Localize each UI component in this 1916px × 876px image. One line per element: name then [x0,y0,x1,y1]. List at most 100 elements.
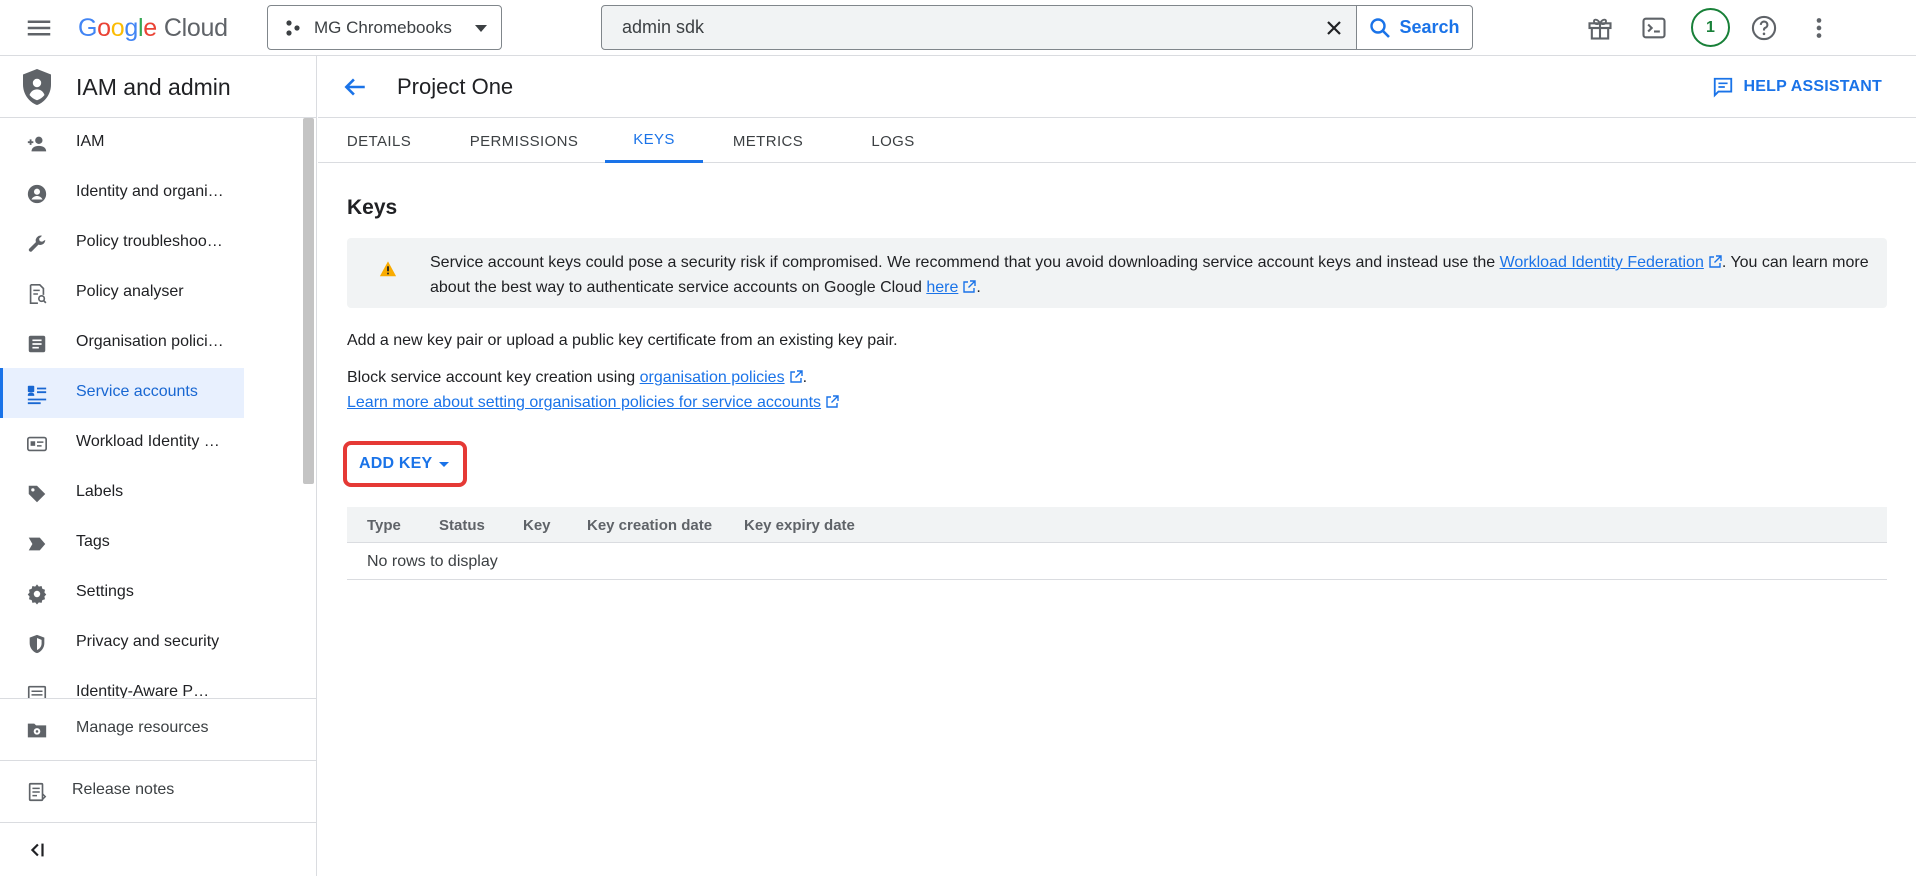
workload-identity-federation-link[interactable]: Workload Identity Federation [1500,254,1704,271]
no-rows-text: No rows to display [367,553,498,570]
column-status[interactable]: Status [439,517,485,534]
release-notes-label: Release notes [72,781,175,798]
gift-icon[interactable] [1582,10,1618,46]
manage-resources-link[interactable]: Manage resources [0,698,317,759]
clear-search-icon[interactable] [1312,6,1356,49]
search-button[interactable]: Search [1356,6,1472,49]
top-bar: Google Cloud MG Chromebooks Search 1 [0,0,1916,56]
shield-icon [26,633,48,655]
add-key-label: ADD KEY [359,455,433,472]
sidebar: IAM and admin IAM Identity and organi… P… [0,56,317,876]
logo-letter: g [124,13,138,42]
tag-icon [26,483,48,505]
column-key-creation-date[interactable]: Key creation date [587,517,712,534]
logo-letter: e [143,13,157,42]
collapse-sidebar-icon[interactable] [0,822,317,876]
help-icon[interactable] [1746,10,1782,46]
tab-logs[interactable]: LOGS [833,119,953,163]
cloud-shell-terminal-icon[interactable] [1636,10,1672,46]
sidebar-item-iam[interactable]: IAM [0,118,244,168]
notifications-badge[interactable]: 1 [1691,8,1730,47]
add-key-button[interactable]: ADD KEY [351,447,458,481]
external-link-icon [1708,255,1722,269]
logo-letter: o [97,13,111,42]
project-hub-icon [284,19,302,37]
search-icon [1369,17,1391,39]
sidebar-item-label: Identity-Aware P… [76,683,210,698]
logo-letter: G [78,13,98,42]
warning-text-part: . [976,279,981,296]
sidebar-item-workload-identity[interactable]: Workload Identity … [0,418,244,468]
sidebar-item-label: Labels [76,483,124,500]
sidebar-item-settings[interactable]: Settings [0,568,244,618]
block-text-end: . [802,369,808,386]
service-account-icon [26,383,48,405]
block-text: Block service account key creation using [347,369,640,386]
column-key-expiry-date[interactable]: Key expiry date [744,517,855,534]
hamburger-menu-icon[interactable] [24,13,54,43]
warning-text: Service account keys could pose a securi… [430,250,1870,300]
sidebar-item-tags[interactable]: Tags [0,518,244,568]
sidebar-item-policy-analyser[interactable]: Policy analyser [0,268,244,318]
tab-metrics[interactable]: METRICS [703,119,833,163]
sidebar-item-labels[interactable]: Labels [0,468,244,518]
sidebar-item-service-accounts[interactable]: Service accounts [0,368,244,418]
help-assistant-button[interactable]: HELP ASSISTANT [1712,76,1882,98]
sidebar-item-organisation-policies[interactable]: Organisation polici… [0,318,244,368]
sidebar-item-label: Policy analyser [76,283,184,300]
warning-text-part: Service account keys could pose a securi… [430,254,1500,271]
warning-icon [379,260,397,278]
release-notes-link[interactable]: Release notes [0,760,317,821]
label-arrow-icon [26,533,48,555]
page-title: Project One [397,74,514,99]
sidebar-item-label: Settings [76,583,134,600]
manage-resources-label: Manage resources [76,719,209,736]
search-button-label: Search [1399,17,1460,37]
tab-details[interactable]: DETAILS [318,119,440,163]
account-circle-icon [26,183,48,205]
help-assistant-label: HELP ASSISTANT [1743,78,1882,95]
search-input[interactable] [602,6,1312,49]
tab-keys[interactable]: KEYS [605,119,703,163]
sidebar-item-label: Identity and organi… [76,183,224,200]
sidebar-item-identity-and-organisation[interactable]: Identity and organi… [0,168,244,218]
person-add-icon [26,133,48,155]
sidebar-item-label: Policy troubleshoo… [76,233,223,250]
project-picker[interactable]: MG Chromebooks [267,5,502,50]
back-arrow-icon[interactable] [338,70,372,104]
sidebar-item-label: Service accounts [76,383,198,400]
sidebar-item-identity-aware-proxy[interactable]: Identity-Aware P… [0,668,244,698]
column-key[interactable]: Key [523,517,551,534]
keys-table-header: Type Status Key Key creation date Key ex… [347,507,1887,543]
sidebar-scrollbar[interactable] [303,118,314,484]
page-header: Project One HELP ASSISTANT [318,56,1916,118]
list-icon [26,683,48,698]
sidebar-item-privacy-and-security[interactable]: Privacy and security [0,618,244,668]
gear-icon [26,583,48,605]
sidebar-item-label: IAM [76,133,105,150]
more-options-icon[interactable] [1801,10,1837,46]
sidebar-header: IAM and admin [0,56,316,118]
security-warning-banner: Service account keys could pose a securi… [347,238,1887,308]
sidebar-item-label: Workload Identity … [76,433,220,450]
sidebar-item-policy-troubleshooter[interactable]: Policy troubleshoo… [0,218,244,268]
logo-letter: o [110,13,125,42]
chat-feedback-icon [1712,76,1734,98]
here-link[interactable]: here [926,279,958,296]
iam-shield-icon [20,68,54,106]
block-key-creation-text: Block service account key creation using… [347,365,807,390]
tab-permissions[interactable]: PERMISSIONS [440,119,608,163]
organisation-policies-link[interactable]: organisation policies [640,369,785,386]
google-cloud-logo[interactable]: Google Cloud [78,10,228,46]
sidebar-item-label: Privacy and security [76,633,220,650]
manage-resources-icon [26,719,48,741]
column-type[interactable]: Type [367,517,401,534]
sidebar-nav: IAM Identity and organi… Policy troubles… [0,118,317,698]
add-key-intro-text: Add a new key pair or upload a public ke… [347,332,898,349]
release-notes-icon [26,781,48,803]
caret-down-icon [473,20,489,36]
tab-bar: DETAILS PERMISSIONS KEYS METRICS LOGS [318,119,1916,163]
project-name: MG Chromebooks [314,17,452,37]
wrench-icon [26,233,48,255]
learn-more-org-policies-link[interactable]: Learn more about setting organisation po… [347,394,821,411]
